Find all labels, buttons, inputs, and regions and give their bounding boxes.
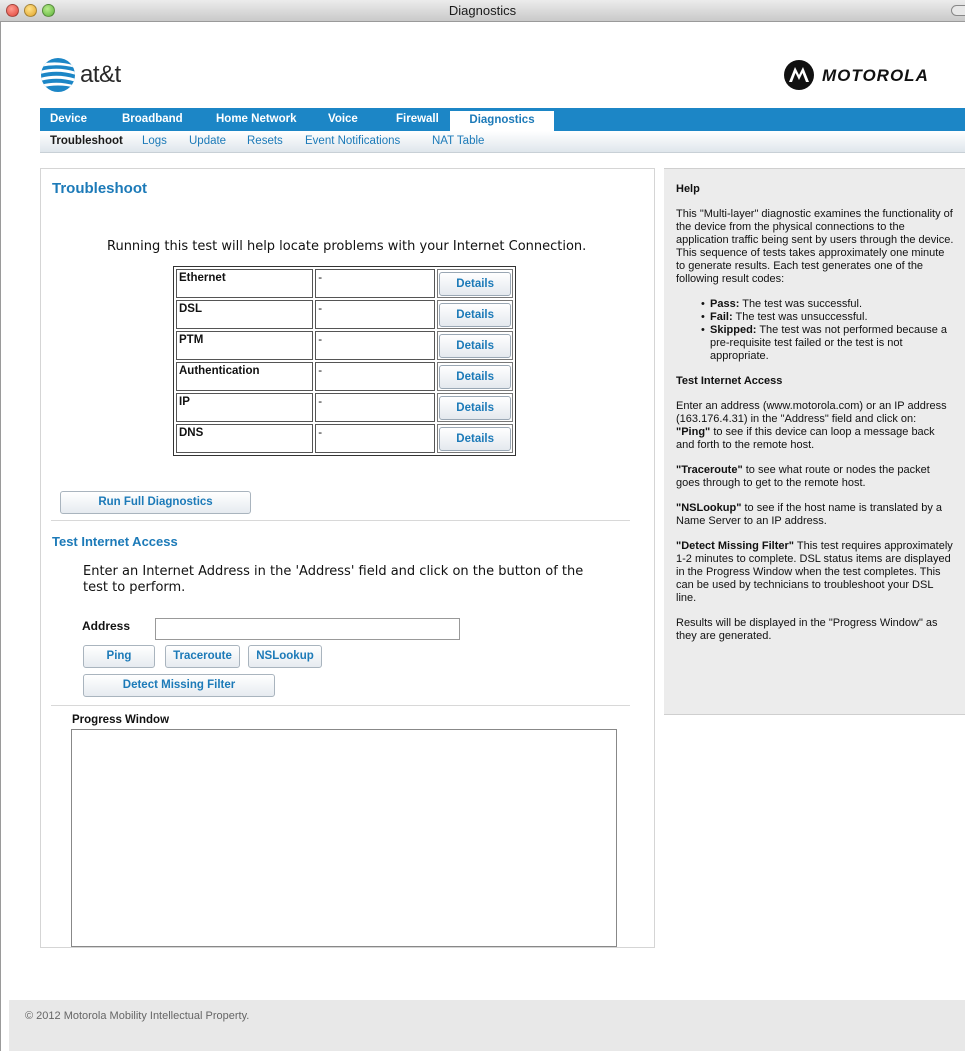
tab-voice[interactable]: Voice bbox=[328, 108, 358, 131]
troubleshoot-intro: Running this test will help locate probl… bbox=[107, 239, 587, 254]
details-button-authentication[interactable]: Details bbox=[439, 365, 511, 389]
copyright-footer: © 2012 Motorola Mobility Intellectual Pr… bbox=[25, 1010, 250, 1022]
detect-missing-filter-button[interactable]: Detect Missing Filter bbox=[83, 674, 275, 697]
progress-window-label: Progress Window bbox=[72, 714, 170, 726]
table-row: Ethernet - Details bbox=[176, 269, 513, 298]
table-row: Authentication - Details bbox=[176, 362, 513, 391]
help-test-title: Test Internet Access bbox=[676, 375, 783, 387]
test-name: IP bbox=[176, 393, 314, 422]
test-internet-access-description: Enter an Internet Address in the 'Addres… bbox=[83, 564, 584, 595]
diagnostics-table: Ethernet - Details DSL - Details PTM - D… bbox=[173, 266, 516, 456]
details-button-dsl[interactable]: Details bbox=[439, 303, 511, 327]
test-status: - bbox=[315, 331, 436, 360]
tab-home-network[interactable]: Home Network bbox=[216, 108, 297, 131]
test-status: - bbox=[315, 393, 436, 422]
test-internet-access-title: Test Internet Access bbox=[52, 534, 178, 549]
details-button-ptm[interactable]: Details bbox=[439, 334, 511, 358]
test-name: PTM bbox=[176, 331, 314, 360]
motorola-logo-text: MOTOROLA bbox=[822, 66, 929, 85]
traceroute-button[interactable]: Traceroute bbox=[165, 645, 240, 668]
main-area: at&t MOTOROLA Device Broadband Home Netw… bbox=[9, 22, 965, 1000]
address-label: Address bbox=[82, 619, 131, 633]
toolbar-toggle-icon[interactable] bbox=[951, 5, 965, 16]
list-item: Skipped: The test was not performed beca… bbox=[701, 324, 954, 363]
help-nslookup: "NSLookup" to see if the host name is tr… bbox=[676, 502, 943, 527]
table-row: IP - Details bbox=[176, 393, 513, 422]
table-row: PTM - Details bbox=[176, 331, 513, 360]
details-button-ethernet[interactable]: Details bbox=[439, 272, 511, 296]
details-button-ip[interactable]: Details bbox=[439, 396, 511, 420]
tab-device[interactable]: Device bbox=[50, 108, 87, 131]
subtab-nat-table[interactable]: NAT Table bbox=[432, 135, 484, 147]
tab-broadband[interactable]: Broadband bbox=[122, 108, 183, 131]
details-button-dns[interactable]: Details bbox=[439, 427, 511, 451]
list-item: Fail: The test was unsuccessful. bbox=[701, 311, 954, 324]
subtab-troubleshoot[interactable]: Troubleshoot bbox=[50, 135, 123, 147]
subtab-update[interactable]: Update bbox=[189, 135, 226, 147]
att-logo-text: at&t bbox=[80, 61, 121, 88]
subtab-resets[interactable]: Resets bbox=[247, 135, 283, 147]
progress-window[interactable] bbox=[71, 729, 617, 947]
nslookup-button[interactable]: NSLookup bbox=[248, 645, 322, 668]
test-name: Ethernet bbox=[176, 269, 314, 298]
test-name: Authentication bbox=[176, 362, 314, 391]
run-full-diagnostics-button[interactable]: Run Full Diagnostics bbox=[60, 491, 251, 514]
primary-nav: Device Broadband Home Network Voice Fire… bbox=[40, 108, 965, 131]
divider bbox=[51, 520, 630, 521]
help-title: Help bbox=[676, 183, 700, 195]
test-status: - bbox=[315, 269, 436, 298]
subtab-logs[interactable]: Logs bbox=[142, 135, 167, 147]
test-status: - bbox=[315, 362, 436, 391]
table-row: DNS - Details bbox=[176, 424, 513, 453]
test-status: - bbox=[315, 300, 436, 329]
att-globe-icon bbox=[41, 58, 75, 92]
page-title: Troubleshoot bbox=[52, 180, 147, 197]
help-test-intro: Enter an address (www.motorola.com) or a… bbox=[676, 400, 947, 451]
window-title: Diagnostics bbox=[448, 3, 517, 18]
tab-firewall[interactable]: Firewall bbox=[396, 108, 439, 131]
address-input[interactable] bbox=[155, 618, 460, 640]
ping-button[interactable]: Ping bbox=[83, 645, 155, 668]
divider bbox=[51, 705, 630, 706]
troubleshoot-panel: Troubleshoot Running this test will help… bbox=[40, 168, 655, 948]
help-traceroute: "Traceroute" to see what route or nodes … bbox=[676, 464, 930, 489]
tab-diagnostics[interactable]: Diagnostics bbox=[450, 108, 554, 131]
help-panel: Help This "Multi-layer" diagnostic exami… bbox=[664, 168, 965, 715]
subtab-event-notifications[interactable]: Event Notifications bbox=[305, 135, 400, 147]
test-name: DSL bbox=[176, 300, 314, 329]
list-item: Pass: The test was successful. bbox=[701, 298, 954, 311]
motorola-batwing-icon bbox=[784, 60, 814, 90]
test-name: DNS bbox=[176, 424, 314, 453]
help-intro: This "Multi-layer" diagnostic examines t… bbox=[676, 208, 954, 285]
result-codes-list: Pass: The test was successful. Fail: The… bbox=[701, 298, 954, 363]
help-results: Results will be displayed in the "Progre… bbox=[676, 617, 938, 642]
page: at&t MOTOROLA Device Broadband Home Netw… bbox=[9, 22, 965, 1051]
help-detect-filter: "Detect Missing Filter" This test requir… bbox=[676, 540, 953, 604]
help-content: Help This "Multi-layer" diagnostic exami… bbox=[676, 183, 954, 655]
window-titlebar: Diagnostics bbox=[0, 0, 965, 22]
table-row: DSL - Details bbox=[176, 300, 513, 329]
secondary-nav: Troubleshoot Logs Update Resets Event No… bbox=[40, 131, 965, 153]
test-status: - bbox=[315, 424, 436, 453]
